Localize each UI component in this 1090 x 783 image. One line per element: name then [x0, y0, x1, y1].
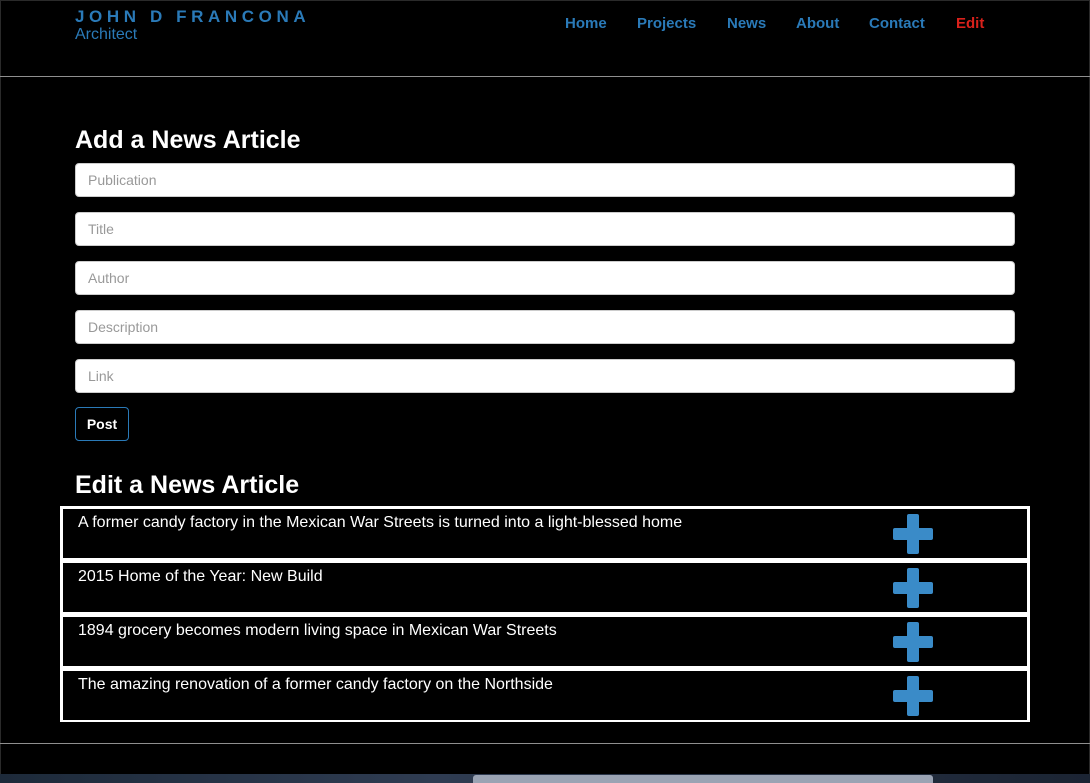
edit-article-heading: Edit a News Article — [75, 471, 300, 499]
description-input[interactable] — [75, 310, 1015, 344]
nav-news[interactable]: News — [727, 15, 766, 32]
post-button[interactable]: Post — [75, 407, 129, 441]
author-input[interactable] — [75, 261, 1015, 295]
header-divider — [0, 76, 1090, 77]
article-row: 2015 Home of the Year: New Build — [63, 563, 1027, 612]
article-row: The amazing renovation of a former candy… — [63, 671, 1027, 720]
add-article-heading: Add a News Article — [75, 126, 301, 154]
article-title[interactable]: 1894 grocery becomes modern living space… — [78, 622, 557, 640]
os-dock[interactable] — [473, 775, 933, 783]
article-title[interactable]: 2015 Home of the Year: New Build — [78, 568, 323, 586]
article-title[interactable]: A former candy factory in the Mexican Wa… — [78, 514, 682, 532]
article-list: A former candy factory in the Mexican Wa… — [60, 506, 1030, 722]
article-title[interactable]: The amazing renovation of a former candy… — [78, 676, 553, 694]
site-logo-subtitle: Architect — [75, 26, 138, 43]
nav-edit[interactable]: Edit — [956, 15, 984, 32]
plus-icon[interactable] — [893, 622, 933, 662]
plus-icon[interactable] — [893, 568, 933, 608]
publication-input[interactable] — [75, 163, 1015, 197]
nav-home[interactable]: Home — [565, 15, 607, 32]
footer-divider — [0, 743, 1090, 744]
site-logo-name[interactable]: JOHN D FRANCONA — [75, 7, 310, 27]
nav-contact[interactable]: Contact — [869, 15, 925, 32]
article-row: A former candy factory in the Mexican Wa… — [63, 509, 1027, 558]
article-row: 1894 grocery becomes modern living space… — [63, 617, 1027, 666]
link-input[interactable] — [75, 359, 1015, 393]
plus-icon[interactable] — [893, 676, 933, 716]
nav-about[interactable]: About — [796, 15, 839, 32]
title-input[interactable] — [75, 212, 1015, 246]
nav-projects[interactable]: Projects — [637, 15, 696, 32]
plus-icon[interactable] — [893, 514, 933, 554]
